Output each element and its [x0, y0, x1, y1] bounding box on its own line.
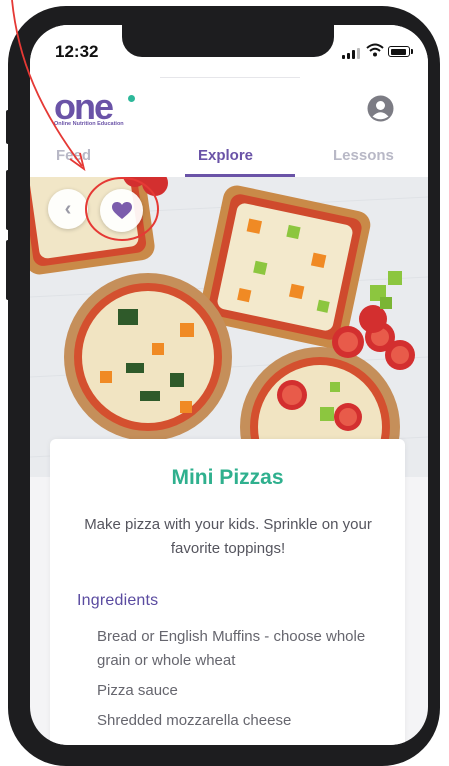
app-screen: 12:32 one Online Nutrition Education Fee… — [30, 25, 428, 745]
ingredients-heading: Ingredients — [77, 592, 159, 609]
battery-icon — [388, 46, 410, 57]
back-button[interactable]: ‹ — [48, 189, 88, 229]
logo-dot — [128, 95, 135, 102]
wifi-icon — [366, 43, 384, 57]
chevron-left-icon: ‹ — [64, 197, 72, 220]
header-divider — [160, 77, 300, 78]
recipe-title: Mini Pizzas — [171, 466, 284, 489]
tab-lessons[interactable]: Lessons — [333, 147, 394, 164]
status-time: 12:32 — [55, 42, 99, 61]
app-header: one Online Nutrition Education Feed Expl… — [30, 77, 428, 177]
battery-tip — [411, 49, 413, 54]
phone-side-button — [6, 110, 10, 144]
phone-side-button — [6, 240, 10, 300]
tab-explore[interactable]: Explore — [198, 147, 253, 164]
phone-side-button — [6, 170, 10, 230]
ingredients-list: Bread or English Muffins - choose whole … — [97, 625, 387, 739]
phone-notch — [122, 25, 334, 57]
ingredient-item: Shredded mozzarella cheese — [97, 712, 292, 729]
ingredient-item: Bread or English Muffins - choose whole … — [97, 628, 366, 669]
ingredient-item: Pizza sauce — [97, 682, 178, 699]
favorite-button[interactable] — [100, 189, 143, 232]
recipe-hero-image — [30, 177, 428, 477]
recipe-description: Make pizza with your kids. Sprinkle on y… — [84, 516, 372, 557]
recipe-card: Mini Pizzas Make pizza with your kids. S… — [50, 439, 405, 745]
tab-feed[interactable]: Feed — [56, 147, 91, 164]
logo-subtitle: Online Nutrition Education — [54, 121, 124, 127]
heart-icon — [111, 201, 132, 219]
user-circle-icon[interactable] — [367, 95, 394, 122]
app-logo[interactable]: one — [54, 89, 114, 125]
